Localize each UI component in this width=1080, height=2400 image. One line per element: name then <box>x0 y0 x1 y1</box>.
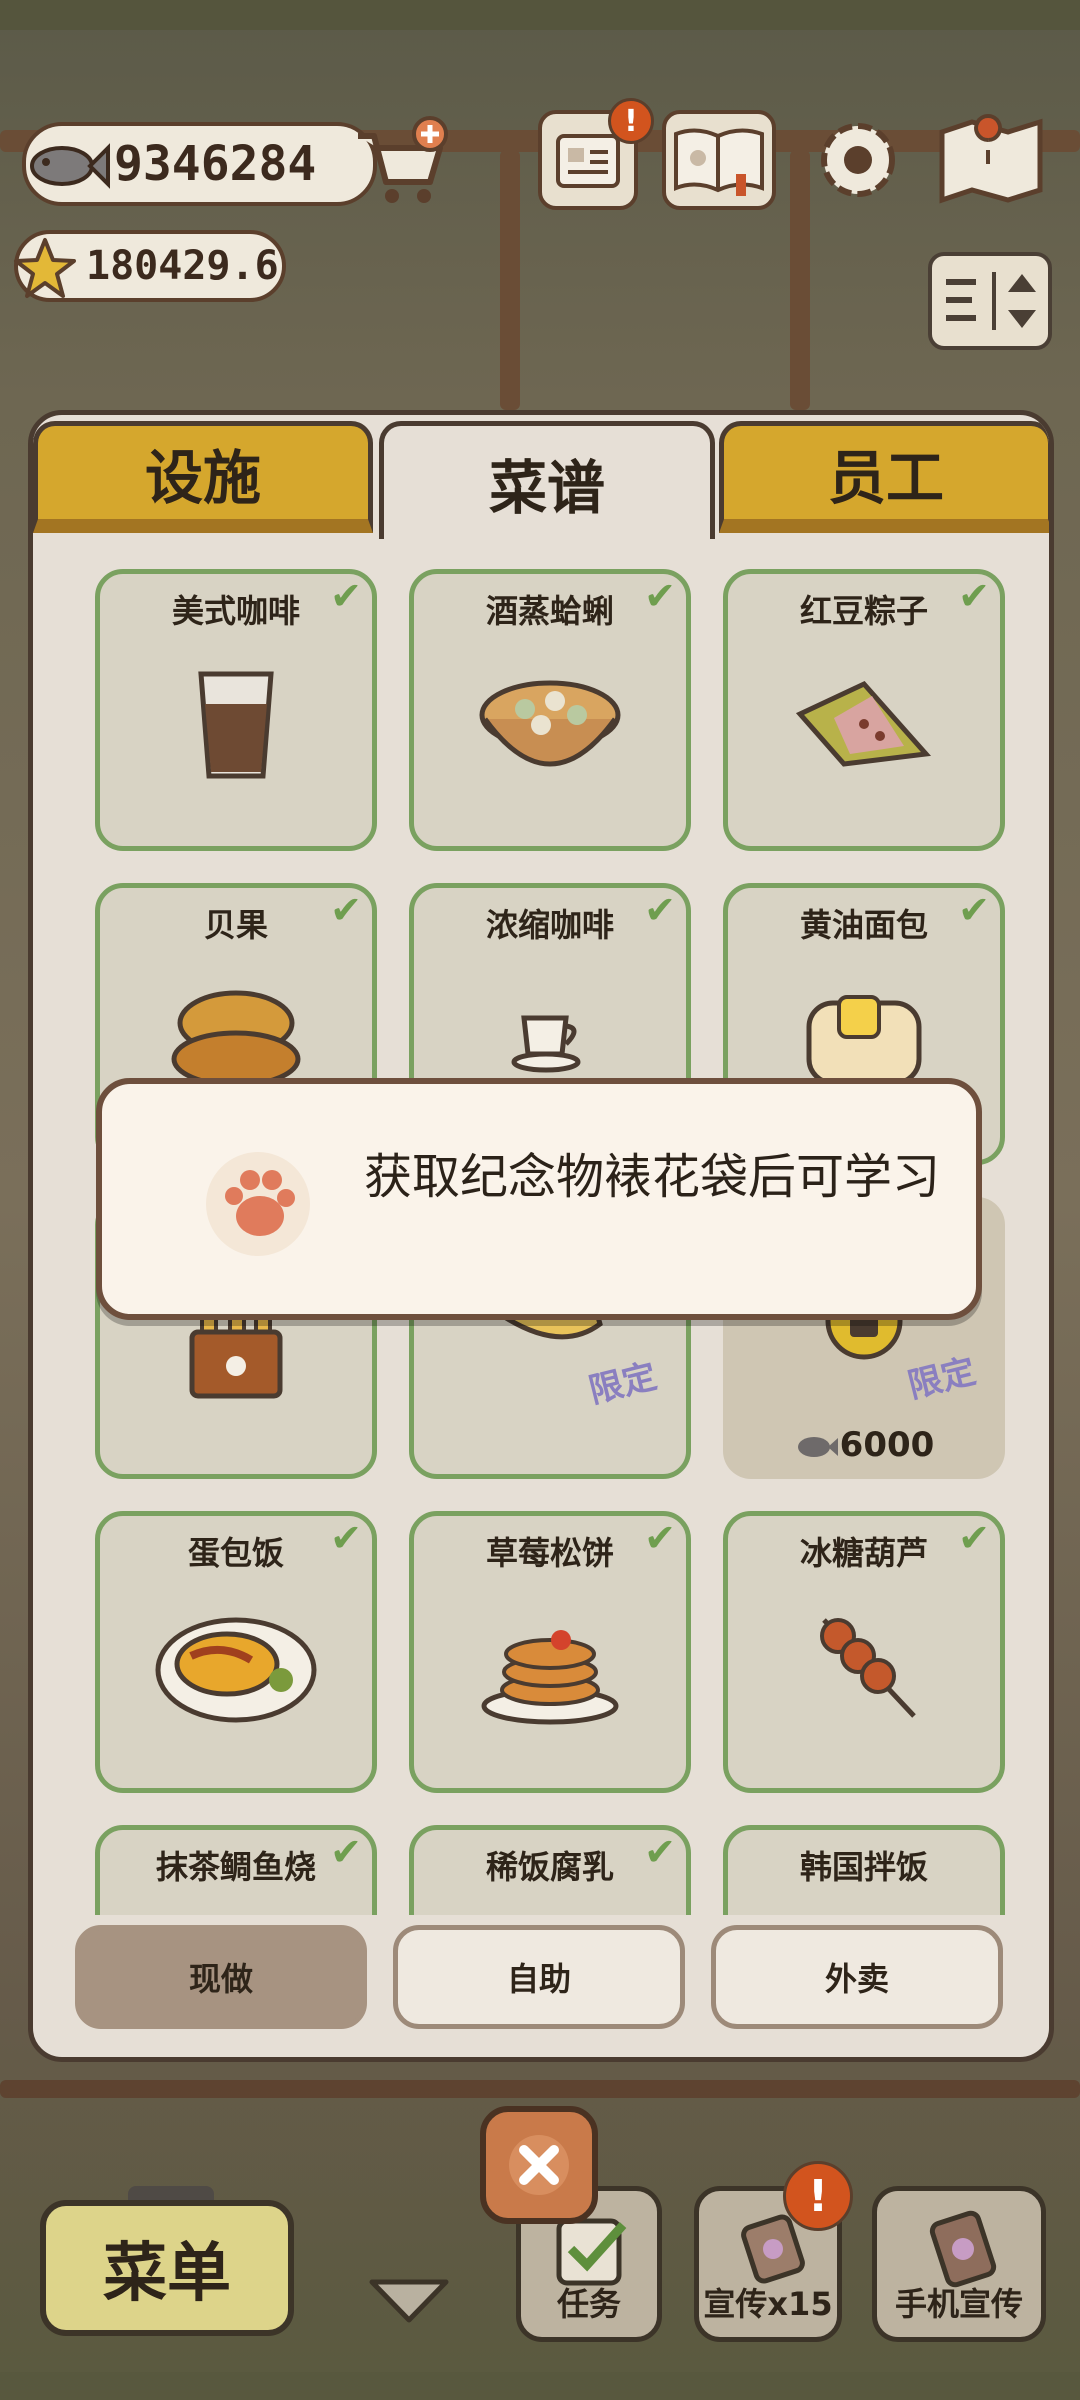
book-icon <box>674 128 764 196</box>
learned-check-icon: ✔ <box>330 1830 362 1874</box>
star-currency-display: 180429.6 <box>14 230 286 302</box>
settings-button[interactable] <box>808 110 908 210</box>
recipe-card[interactable]: 蛋包饭 ✔ <box>95 1511 377 1793</box>
recipe-card[interactable]: 冰糖葫芦 ✔ <box>723 1511 1005 1793</box>
learned-check-icon: ✔ <box>958 888 990 932</box>
zongzi-icon <box>795 680 932 767</box>
sort-toggle-icon <box>946 272 1036 330</box>
panel-tabs: 设施 菜谱 员工 <box>33 415 1049 539</box>
price-value: 6000 <box>839 1425 935 1465</box>
paw-icon <box>225 1170 295 1236</box>
star-count: 180429.6 <box>86 243 279 289</box>
wall-post <box>500 150 520 410</box>
fish-count: 9346284 <box>114 136 317 192</box>
tasks-label: 任务 <box>556 2285 621 2323</box>
tab-delivery[interactable]: 外卖 <box>711 1925 1003 2029</box>
map-button[interactable] <box>936 110 1046 210</box>
learned-check-icon: ✔ <box>330 1516 362 1560</box>
service-type-tabs: 现做 自助 外卖 <box>33 1925 1049 2035</box>
recipe-name: 韩国拌饭 <box>799 1848 928 1886</box>
close-button[interactable] <box>480 2106 598 2224</box>
recipe-card[interactable]: 酒蒸蛤蜊 ✔ <box>409 569 691 851</box>
notification-badge: ! <box>608 98 654 144</box>
close-icon <box>509 2135 569 2195</box>
promote-label: 宣传x15 <box>703 2285 833 2323</box>
mailbox-button[interactable]: ! <box>538 98 654 210</box>
tanghulu-icon <box>820 1618 916 1718</box>
pancake-icon <box>481 1630 619 1725</box>
unlock-price: 6000 <box>723 1425 1005 1465</box>
phone-icon <box>929 2210 997 2288</box>
map-icon <box>939 114 1043 204</box>
bottom-strip <box>0 2372 1080 2400</box>
promote-button[interactable]: ! 宣传x15 <box>694 2161 853 2342</box>
recipe-card[interactable]: 稀饭腐乳 ✔ <box>409 1825 691 1915</box>
omurice-icon <box>155 1617 317 1723</box>
paw-icon-bg <box>206 1152 310 1256</box>
promote-alert-badge: ! <box>783 2161 853 2231</box>
tab-facilities[interactable]: 设施 <box>33 421 373 533</box>
unlock-hint-toast: 获取纪念物裱花袋后可学习 <box>96 1078 982 1320</box>
clams-bowl-icon <box>479 680 621 767</box>
learned-check-icon: ✔ <box>330 888 362 932</box>
tab-self-service[interactable]: 自助 <box>393 1925 685 2029</box>
learned-check-icon: ✔ <box>330 574 362 618</box>
gear-icon <box>821 123 895 197</box>
phone-promote-label: 手机宣传 <box>894 2285 1023 2323</box>
wall-post <box>790 150 810 410</box>
fish-currency-display: 9346284 <box>22 122 377 206</box>
learned-check-icon: ✔ <box>644 888 676 932</box>
recipe-card[interactable]: 红豆粽子 ✔ <box>723 569 1005 851</box>
shop-cart-icon[interactable] <box>350 116 450 216</box>
butter-bread-icon <box>806 995 922 1086</box>
tab-staff[interactable]: 员工 <box>719 421 1049 533</box>
chevron-down-icon[interactable] <box>364 2272 454 2328</box>
top-strip <box>0 0 1080 30</box>
fish-icon <box>797 1436 838 1457</box>
phone-promote-button[interactable]: 手机宣传 <box>872 2186 1046 2342</box>
bagel-icon <box>171 990 301 1088</box>
fish-icon <box>30 143 110 189</box>
tab-recipes[interactable]: 菜谱 <box>379 421 715 539</box>
limited-tag: 限定 <box>585 1356 661 1412</box>
limited-tag: 限定 <box>904 1351 980 1407</box>
view-toggle-button[interactable] <box>928 252 1052 350</box>
recipe-book-button[interactable] <box>662 110 776 210</box>
learned-check-icon: ✔ <box>644 1516 676 1560</box>
learned-check-icon: ✔ <box>958 574 990 618</box>
recipe-card[interactable]: 草莓松饼 ✔ <box>409 1511 691 1793</box>
recipe-card[interactable]: 韩国拌饭 <box>723 1825 1005 1915</box>
learned-check-icon: ✔ <box>958 1516 990 1560</box>
learned-check-icon: ✔ <box>644 574 676 618</box>
tab-made-to-order[interactable]: 现做 <box>75 1925 367 2029</box>
recipe-card[interactable]: 抹茶鲷鱼烧 ✔ <box>95 1825 377 1915</box>
star-icon <box>14 238 76 298</box>
recipe-card[interactable]: 美式咖啡 ✔ <box>95 569 377 851</box>
espresso-cup-icon <box>511 1015 581 1073</box>
menu-button[interactable]: 菜单 <box>40 2200 294 2336</box>
coffee-glass-icon <box>198 671 274 779</box>
toast-message: 获取纪念物裱花袋后可学习 <box>364 1149 941 1205</box>
floor-beam <box>0 2080 1080 2098</box>
learned-check-icon: ✔ <box>644 1830 676 1874</box>
